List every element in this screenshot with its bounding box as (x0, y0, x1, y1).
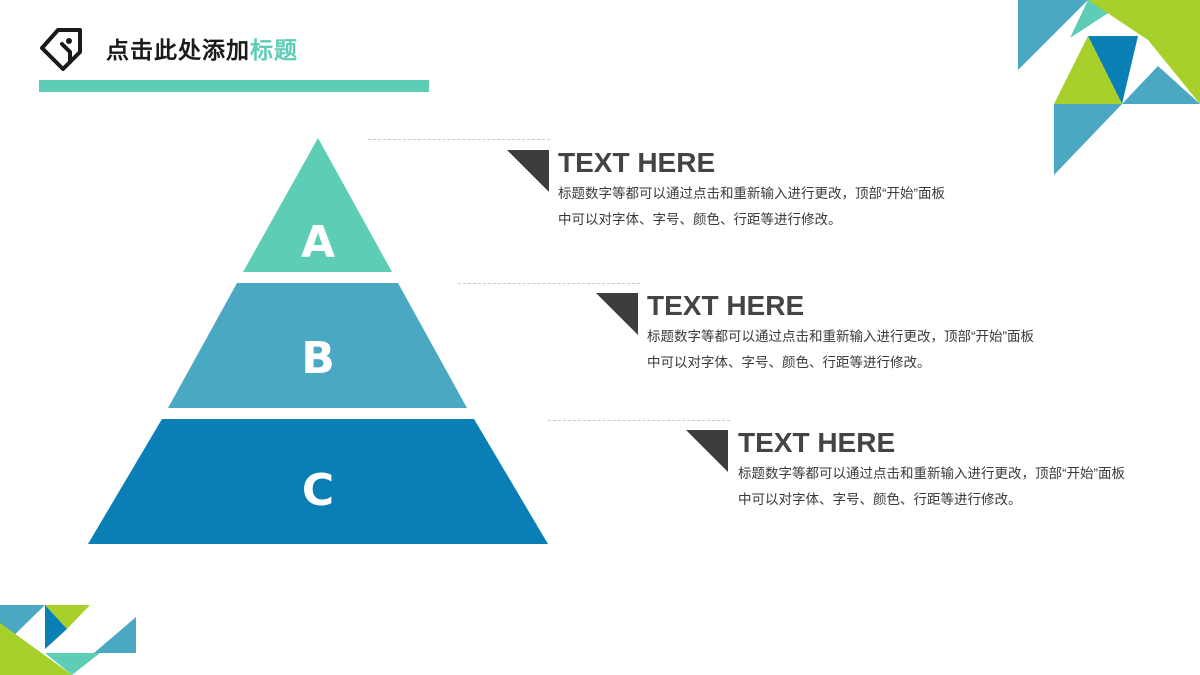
leader-line-3 (548, 420, 730, 421)
item-heading-1[interactable]: TEXT HERE (558, 148, 715, 178)
leader-line-1 (368, 139, 550, 140)
pyramid-label-b: B (301, 333, 335, 384)
corner-arrow-icon (596, 293, 638, 335)
corner-decoration-top-right (1018, 0, 1200, 175)
corner-decoration-bottom-left (0, 605, 136, 675)
corner-arrow-icon (507, 150, 549, 192)
item-heading-2[interactable]: TEXT HERE (647, 291, 804, 321)
pyramid-label-c: C (302, 465, 334, 516)
pyramid-label-a: A (301, 217, 335, 268)
pyramid-diagram: A B C (88, 138, 548, 544)
item-heading-3[interactable]: TEXT HERE (738, 428, 895, 458)
item-body-1[interactable]: 标题数字等都可以通过点击和重新输入进行更改，顶部“开始”面板中可以对字体、字号、… (558, 181, 958, 233)
corner-arrow-icon (686, 430, 728, 472)
item-body-3[interactable]: 标题数字等都可以通过点击和重新输入进行更改，顶部“开始”面板中可以对字体、字号、… (738, 461, 1138, 513)
leader-line-2 (458, 283, 640, 284)
item-body-2[interactable]: 标题数字等都可以通过点击和重新输入进行更改，顶部“开始”面板中可以对字体、字号、… (647, 324, 1047, 376)
